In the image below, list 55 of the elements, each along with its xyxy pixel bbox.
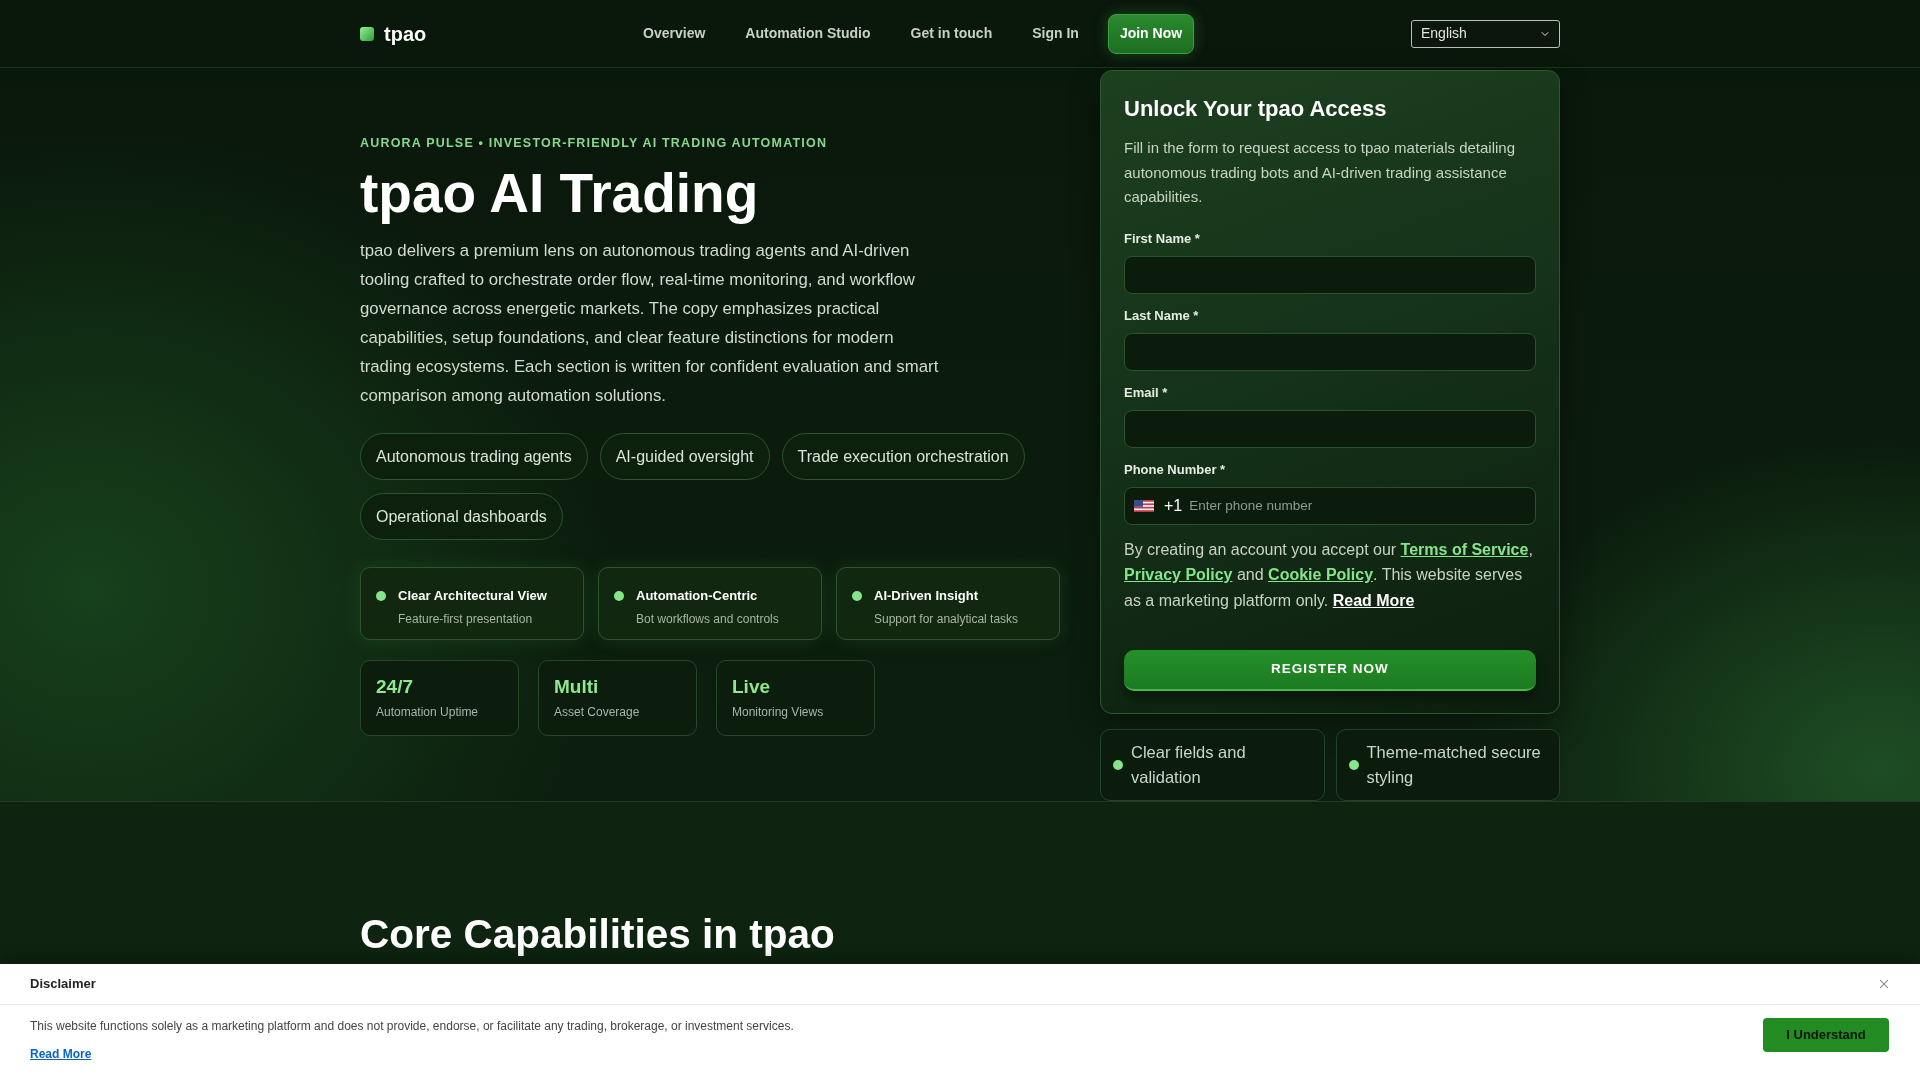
nav-link[interactable]: Overview (643, 23, 706, 44)
nav-link[interactable]: Get in touch (910, 23, 993, 44)
form-description: Fill in the form to request access to tpao materials detailing autonomous trading bots and AI-driven trading assistance capabilities. (1124, 138, 1517, 207)
note-text: Clear fields and validation (1131, 742, 1247, 788)
close-button[interactable] (1877, 977, 1891, 991)
stat-label: Asset Coverage (554, 705, 641, 720)
stat-label: Monitoring Views (732, 705, 825, 720)
nav-link[interactable]: Automation Studio (745, 23, 871, 44)
legal-link[interactable]: Cookie Policy (1268, 566, 1374, 583)
flag-icon (1134, 499, 1154, 512)
section-title: Core Capabilities in tpao (360, 910, 836, 958)
eyebrow-text: AURORA PULSE • INVESTOR-FRIENDLY AI TRADING AUTOMATION (360, 135, 829, 151)
text-input-field[interactable] (1124, 332, 1536, 371)
feature-tag: Trade execution orchestration (781, 433, 1025, 480)
field-label: Last Name * (1124, 307, 1200, 324)
feature-title: Automation-Centric (636, 587, 759, 604)
field-label: Phone Number * (1124, 461, 1227, 478)
close-icon (1877, 977, 1891, 991)
disclaimer-title: Disclaimer (30, 975, 96, 994)
feature-tag: AI-guided oversight (599, 433, 770, 480)
feature-title: AI-Driven Insight (874, 587, 979, 604)
text-input-field[interactable] (1124, 255, 1536, 294)
text-input-field[interactable] (1124, 409, 1536, 448)
feature-subtitle: Feature-first presentation (398, 612, 534, 627)
consent-text: By creating an account you accept our Terms of Service, Privacy Policy and Cookie Policy. This website serves as a marketing platform only. Read More (1124, 539, 1534, 611)
stat-label: Automation Uptime (376, 705, 480, 720)
feature-subtitle: Support for analytical tasks (874, 612, 1019, 627)
read-more-link[interactable]: Read More (30, 1046, 92, 1062)
country-code: +1 (1164, 495, 1183, 516)
read-more-link[interactable]: Read More (1332, 591, 1415, 609)
legal-link[interactable]: Privacy Policy (1124, 566, 1233, 583)
disclaimer-text: This website functions solely as a marketing platform and does not provide, endorse, or facilitate any trading, brokerage, or investment services. (30, 1018, 794, 1035)
stat-value: Live (732, 675, 772, 698)
feature-subtitle: Bot workflows and controls (636, 612, 779, 627)
legal-link[interactable]: Terms of Service (1400, 540, 1529, 558)
brand-name[interactable]: tpao (384, 21, 427, 46)
field-label: Email * (1124, 384, 1169, 401)
phone-number-input[interactable]: Enter phone number (1189, 494, 1535, 517)
phone-field[interactable]: +1 Enter phone number (1124, 486, 1536, 525)
nav-link[interactable]: Sign In (1032, 23, 1079, 44)
stat-value: Multi (554, 675, 600, 698)
understand-button[interactable]: I Understand (1763, 1018, 1889, 1052)
feature-tag: Autonomous trading agents (360, 433, 588, 480)
hero-description: tpao delivers a premium lens on autonomous trading agents and AI-driven tooling crafted to orchestrate order flow, real-time monitoring, and workflow governance across energetic markets. The copy emphasizes practical capabilities, setup foundations, and clear feature distinctions for modern trading ecosystems. Each section is written for confident evaluation and smart comparison among automation solutions. (360, 240, 940, 407)
feature-tag: Operational dashboards (360, 493, 563, 540)
feature-title: Clear Architectural View (398, 587, 547, 604)
stat-value: 24/7 (376, 675, 414, 698)
register-button[interactable]: REGISTER NOW (1124, 650, 1536, 691)
hero-title: tpao AI Trading (360, 164, 760, 222)
note-text: Theme-matched secure styling (1366, 742, 1542, 788)
language-select[interactable]: English (1411, 19, 1560, 48)
form-title: Unlock Your tpao Access (1124, 96, 1388, 122)
field-label: First Name * (1124, 230, 1201, 247)
join-button[interactable]: Join Now (1107, 13, 1195, 54)
logo-mark-icon (360, 26, 374, 41)
